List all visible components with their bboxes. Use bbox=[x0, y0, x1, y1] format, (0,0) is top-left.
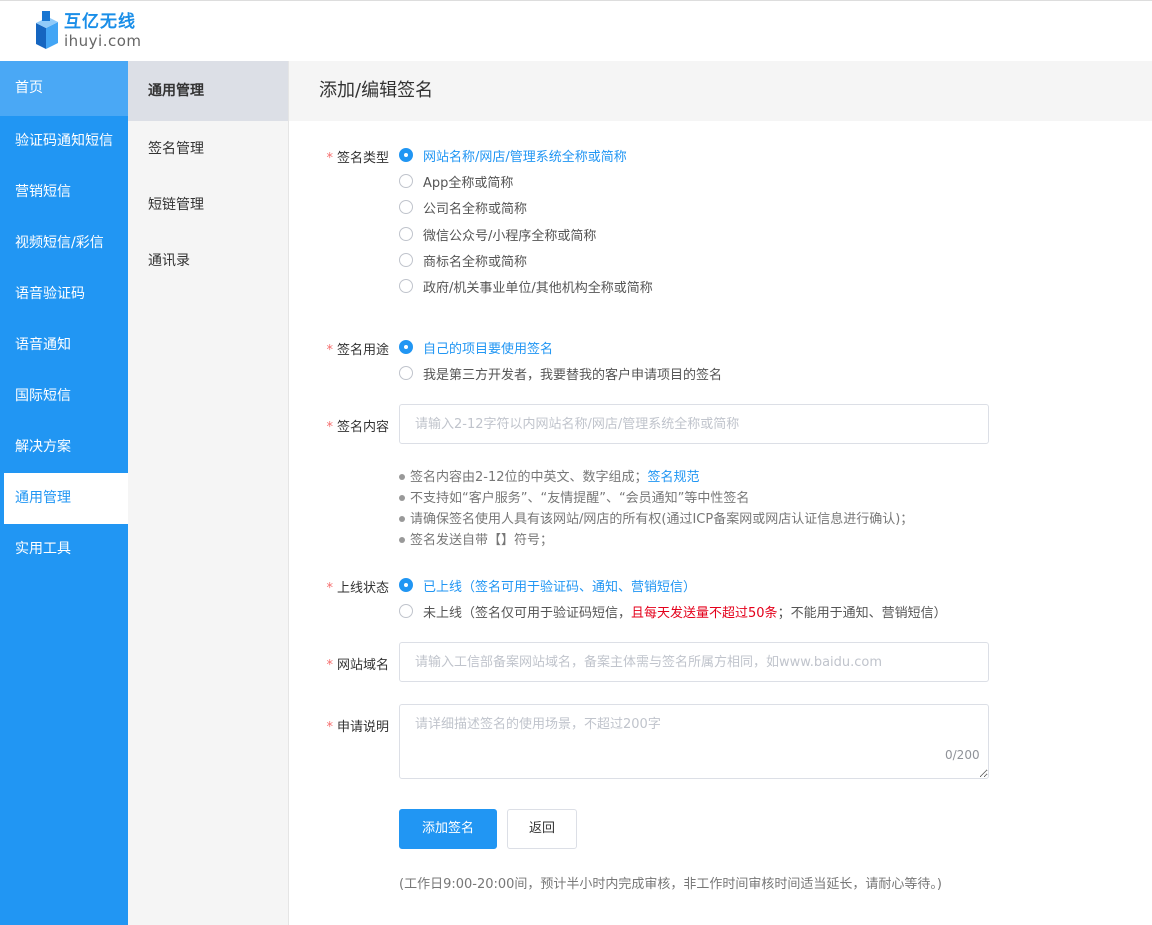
radio-unchecked[interactable] bbox=[399, 200, 413, 214]
radio-checked[interactable] bbox=[399, 578, 413, 592]
sign-content-tips: 签名内容由2-12位的中英文、数字组成；签名规范 不支持如“客户服务”、“友情提… bbox=[399, 467, 913, 551]
sign-type-label: * 签名类型 bbox=[326, 151, 389, 166]
nav-item-video-sms[interactable]: 视频短信/彩信 bbox=[0, 218, 128, 269]
radio-unchecked[interactable] bbox=[399, 227, 413, 241]
nav-item-marketing-sms[interactable]: 营销短信 bbox=[0, 167, 128, 218]
nav-item-voice-notice[interactable]: 语音通知 bbox=[0, 320, 128, 371]
sign-content-input[interactable] bbox=[399, 404, 989, 444]
nav-item-verify-sms[interactable]: 验证码通知短信 bbox=[0, 116, 128, 167]
online-status-label: * 上线状态 bbox=[326, 581, 389, 596]
sign-usage-option-own[interactable]: 自己的项目要使用签名 bbox=[399, 337, 553, 357]
required-mark: * bbox=[326, 720, 333, 735]
add-signature-button[interactable]: 添加签名 bbox=[399, 809, 497, 849]
radio-unchecked[interactable] bbox=[399, 253, 413, 267]
domain-label: * 网站域名 bbox=[326, 658, 389, 673]
logo-brand-en: ihuyi.com bbox=[64, 31, 142, 50]
sign-content-label: * 签名内容 bbox=[326, 420, 389, 435]
main-content: 添加/编辑签名 * 签名类型 网站名称/网店/管理系统全称或简称 App全称或简称… bbox=[289, 61, 1152, 925]
sign-type-option-trademark[interactable]: 商标名全称或简称 bbox=[399, 250, 527, 270]
logo[interactable]: 互亿无线 ihuyi.com bbox=[34, 11, 142, 51]
primary-sidebar: 首页 验证码通知短信 营销短信 视频短信/彩信 语音验证码 语音通知 国际短信 … bbox=[0, 61, 128, 925]
domain-input[interactable] bbox=[399, 642, 989, 682]
page-title: 添加/编辑签名 bbox=[289, 61, 1152, 121]
secondary-sidebar: 通用管理 签名管理 短链管理 通讯录 bbox=[128, 61, 289, 925]
subnav-item-shortlinks[interactable]: 短链管理 bbox=[128, 177, 288, 233]
sign-type-option-website[interactable]: 网站名称/网店/管理系统全称或简称 bbox=[399, 145, 627, 165]
radio-checked[interactable] bbox=[399, 340, 413, 354]
top-bar: 互亿无线 ihuyi.com bbox=[0, 0, 1152, 61]
daily-limit-warning: 且每天发送量不超过50条 bbox=[631, 605, 778, 621]
nav-item-voice-code[interactable]: 语音验证码 bbox=[0, 269, 128, 320]
required-mark: * bbox=[326, 581, 333, 596]
nav-item-tools[interactable]: 实用工具 bbox=[0, 524, 128, 575]
online-status-option-offline[interactable]: 未上线（签名仅可用于验证码短信，且每天发送量不超过50条；不能用于通知、营销短信… bbox=[399, 601, 947, 621]
tip-line: 签名内容由2-12位的中英文、数字组成；签名规范 bbox=[399, 467, 913, 488]
bullet-icon bbox=[399, 536, 405, 543]
sign-usage-option-third-party[interactable]: 我是第三方开发者，我要替我的客户申请项目的签名 bbox=[399, 363, 722, 383]
tip-line: 签名发送自带【】符号； bbox=[399, 530, 913, 551]
tip-line: 请确保签名使用人具有该网站/网店的所有权(通过ICP备案网或网店认证信息进行确认… bbox=[399, 509, 913, 530]
logo-brand-cn: 互亿无线 bbox=[64, 11, 136, 32]
radio-unchecked[interactable] bbox=[399, 174, 413, 188]
sign-type-option-company[interactable]: 公司名全称或简称 bbox=[399, 197, 527, 217]
back-button[interactable]: 返回 bbox=[507, 809, 577, 849]
radio-checked[interactable] bbox=[399, 148, 413, 162]
nav-item-general-mgmt[interactable]: 通用管理 bbox=[0, 473, 128, 524]
char-counter: 0/200 bbox=[945, 748, 980, 762]
radio-unchecked[interactable] bbox=[399, 366, 413, 380]
nav-item-solutions[interactable]: 解决方案 bbox=[0, 422, 128, 473]
required-mark: * bbox=[326, 151, 333, 166]
required-mark: * bbox=[326, 343, 333, 358]
nav-item-intl-sms[interactable]: 国际短信 bbox=[0, 371, 128, 422]
sign-type-option-government[interactable]: 政府/机关事业单位/其他机构全称或简称 bbox=[399, 276, 653, 296]
bullet-icon bbox=[399, 494, 405, 501]
description-label: * 申请说明 bbox=[326, 720, 389, 735]
bullet-icon bbox=[399, 515, 405, 522]
bullet-icon bbox=[399, 473, 405, 480]
subnav-item-general[interactable]: 通用管理 bbox=[128, 61, 288, 121]
sign-type-option-app[interactable]: App全称或简称 bbox=[399, 171, 513, 191]
review-time-note: (工作日9:00-20:00间，预计半小时内完成审核，非工作时间审核时间适当延长… bbox=[399, 877, 942, 892]
logo-cube-icon bbox=[34, 11, 60, 51]
subnav-item-contacts[interactable]: 通讯录 bbox=[128, 233, 288, 289]
subnav-item-signatures[interactable]: 签名管理 bbox=[128, 121, 288, 177]
radio-unchecked[interactable] bbox=[399, 279, 413, 293]
tip-line: 不支持如“客户服务”、“友情提醒”、“会员通知”等中性签名 bbox=[399, 488, 913, 509]
sign-usage-label: * 签名用途 bbox=[326, 343, 389, 358]
online-status-option-online[interactable]: 已上线（签名可用于验证码、通知、营销短信） bbox=[399, 575, 696, 595]
required-mark: * bbox=[326, 420, 333, 435]
required-mark: * bbox=[326, 658, 333, 673]
description-textarea[interactable] bbox=[399, 704, 989, 779]
radio-unchecked[interactable] bbox=[399, 604, 413, 618]
sign-rules-link[interactable]: 签名规范 bbox=[648, 470, 700, 485]
sign-type-option-wechat[interactable]: 微信公众号/小程序全称或简称 bbox=[399, 224, 596, 244]
nav-item-home[interactable]: 首页 bbox=[0, 61, 128, 116]
